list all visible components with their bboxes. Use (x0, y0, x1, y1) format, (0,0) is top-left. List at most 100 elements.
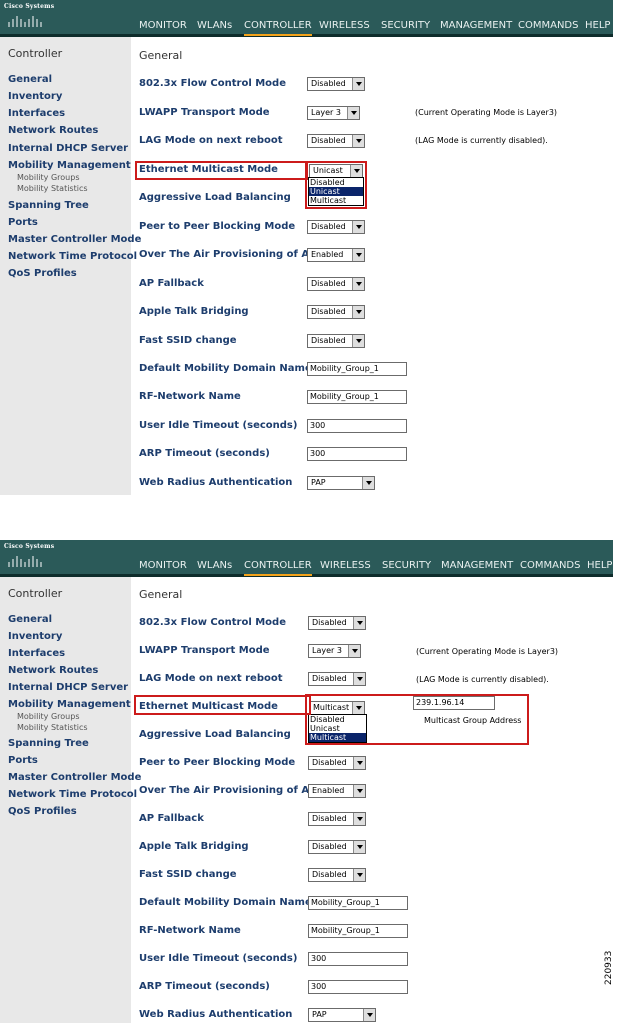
menu-controller[interactable]: CONTROLLER (244, 559, 312, 576)
sidebar-title: Controller (8, 47, 63, 60)
cisco-bridge-icon (8, 556, 42, 567)
sidebar-item-inventory[interactable]: Inventory (8, 91, 62, 102)
rf-network-input[interactable]: Mobility_Group_1 (307, 390, 407, 404)
sidebar-item-ports[interactable]: Ports (8, 217, 38, 228)
menu-monitor[interactable]: MONITOR (139, 559, 187, 574)
chevron-down-icon (352, 278, 364, 290)
over-the-air-select[interactable]: Enabled (308, 784, 366, 798)
menu-security[interactable]: SECURITY (381, 19, 430, 34)
mobility-domain-input[interactable]: Mobility_Group_1 (308, 896, 408, 910)
peer-to-peer-select[interactable]: Disabled (307, 220, 365, 234)
cisco-logo: Cisco Systems (3, 3, 57, 30)
peer-to-peer-value: Disabled (312, 758, 347, 767)
chevron-down-icon (352, 335, 364, 347)
sidebar-item-network-time[interactable]: Network Time Protocol (8, 251, 137, 262)
highlight-box-label (134, 695, 311, 715)
ap-fallback-value: Disabled (312, 814, 347, 823)
web-radius-select[interactable]: PAP (307, 476, 375, 490)
menu-monitor[interactable]: MONITOR (139, 19, 187, 34)
sidebar-item-qos-profiles[interactable]: QoS Profiles (8, 268, 77, 279)
menu-wlans[interactable]: WLANs (197, 559, 232, 574)
sidebar-title: Controller (8, 587, 63, 600)
menu-management[interactable]: MANAGEMENT (441, 559, 513, 574)
label-ap-fallback: AP Fallback (139, 813, 204, 824)
ap-fallback-select[interactable]: Disabled (308, 812, 366, 826)
page-title: General (139, 49, 183, 62)
menu-commands[interactable]: COMMANDS (518, 19, 578, 34)
sidebar-item-internal-dhcp[interactable]: Internal DHCP Server (8, 143, 128, 154)
fast-ssid-select[interactable]: Disabled (307, 334, 365, 348)
menu-help[interactable]: HELP (587, 559, 612, 574)
chevron-down-icon (363, 1009, 375, 1021)
lwapp-value: Layer 3 (311, 108, 341, 117)
apple-talk-value: Disabled (311, 307, 346, 316)
idle-timeout-input[interactable]: 300 (307, 419, 407, 433)
apple-talk-select[interactable]: Disabled (308, 840, 366, 854)
logo-text: Cisco Systems (4, 3, 55, 10)
sidebar-subitem-mobility-groups[interactable]: Mobility Groups (17, 173, 79, 182)
label-idle-timeout: User Idle Timeout (seconds) (139, 420, 298, 431)
label-aggressive-lb: Aggressive Load Balancing (139, 729, 291, 740)
arp-timeout-input[interactable]: 300 (307, 447, 407, 461)
apple-talk-select[interactable]: Disabled (307, 305, 365, 319)
sidebar-item-master-controller[interactable]: Master Controller Mode (8, 234, 141, 245)
sidebar-item-network-routes[interactable]: Network Routes (8, 125, 98, 136)
menu-wireless[interactable]: WIRELESS (319, 19, 370, 34)
lwapp-select[interactable]: Layer 3 (307, 106, 360, 120)
label-lag: LAG Mode on next reboot (139, 135, 283, 146)
sidebar-item-interfaces[interactable]: Interfaces (8, 648, 65, 659)
chevron-down-icon (353, 617, 365, 629)
peer-to-peer-select[interactable]: Disabled (308, 756, 366, 770)
fast-ssid-select[interactable]: Disabled (308, 868, 366, 882)
label-mobility-domain: Default Mobility Domain Name (139, 363, 312, 374)
sidebar-item-network-routes[interactable]: Network Routes (8, 665, 98, 676)
figure-id: 220933 (604, 950, 614, 985)
menu-security[interactable]: SECURITY (382, 559, 431, 574)
sidebar-subitem-mobility-groups[interactable]: Mobility Groups (17, 712, 79, 721)
label-rf-network: RF-Network Name (139, 391, 241, 402)
sidebar-item-general[interactable]: General (8, 74, 52, 85)
menu-controller[interactable]: CONTROLLER (244, 19, 312, 36)
header-bar: Cisco Systems MONITOR WLANs CONTROLLER W… (0, 540, 613, 577)
lag-select[interactable]: Disabled (307, 134, 365, 148)
sidebar-item-inventory[interactable]: Inventory (8, 631, 62, 642)
over-the-air-select[interactable]: Enabled (307, 248, 365, 262)
menu-wireless[interactable]: WIRELESS (320, 559, 371, 574)
arp-timeout-input[interactable]: 300 (308, 980, 408, 994)
sidebar-item-internal-dhcp[interactable]: Internal DHCP Server (8, 682, 128, 693)
sidebar-item-mobility-management[interactable]: Mobility Management (8, 160, 131, 171)
menu-help[interactable]: HELP (585, 19, 610, 34)
chevron-down-icon (352, 306, 364, 318)
apple-talk-value: Disabled (312, 842, 347, 851)
sidebar-item-spanning-tree[interactable]: Spanning Tree (8, 738, 89, 749)
lwapp-select[interactable]: Layer 3 (308, 644, 361, 658)
menu-management[interactable]: MANAGEMENT (440, 19, 512, 34)
menu-commands[interactable]: COMMANDS (520, 559, 580, 574)
sidebar-item-general[interactable]: General (8, 614, 52, 625)
highlight-box-dropdown (305, 161, 367, 209)
lag-select[interactable]: Disabled (308, 672, 366, 686)
chevron-down-icon (352, 249, 364, 261)
sidebar-item-qos-profiles[interactable]: QoS Profiles (8, 806, 77, 817)
sidebar-subitem-mobility-statistics[interactable]: Mobility Statistics (17, 723, 88, 732)
menu-wlans[interactable]: WLANs (197, 19, 232, 34)
sidebar-item-network-time[interactable]: Network Time Protocol (8, 789, 137, 800)
flow-control-select[interactable]: Disabled (308, 616, 366, 630)
flow-control-select[interactable]: Disabled (307, 77, 365, 91)
label-web-radius: Web Radius Authentication (139, 477, 293, 488)
sidebar-item-interfaces[interactable]: Interfaces (8, 108, 65, 119)
sidebar-subitem-mobility-statistics[interactable]: Mobility Statistics (17, 184, 88, 193)
label-flow-control: 802.3x Flow Control Mode (139, 78, 286, 89)
sidebar-item-master-controller[interactable]: Master Controller Mode (8, 772, 141, 783)
sidebar-item-spanning-tree[interactable]: Spanning Tree (8, 200, 89, 211)
idle-timeout-input[interactable]: 300 (308, 952, 408, 966)
ap-fallback-select[interactable]: Disabled (307, 277, 365, 291)
label-arp-timeout: ARP Timeout (seconds) (139, 981, 270, 992)
web-radius-select[interactable]: PAP (308, 1008, 376, 1022)
label-flow-control: 802.3x Flow Control Mode (139, 617, 286, 628)
mobility-domain-input[interactable]: Mobility_Group_1 (307, 362, 407, 376)
rf-network-input[interactable]: Mobility_Group_1 (308, 924, 408, 938)
label-fast-ssid: Fast SSID change (139, 869, 237, 880)
sidebar-item-mobility-management[interactable]: Mobility Management (8, 699, 131, 710)
sidebar-item-ports[interactable]: Ports (8, 755, 38, 766)
